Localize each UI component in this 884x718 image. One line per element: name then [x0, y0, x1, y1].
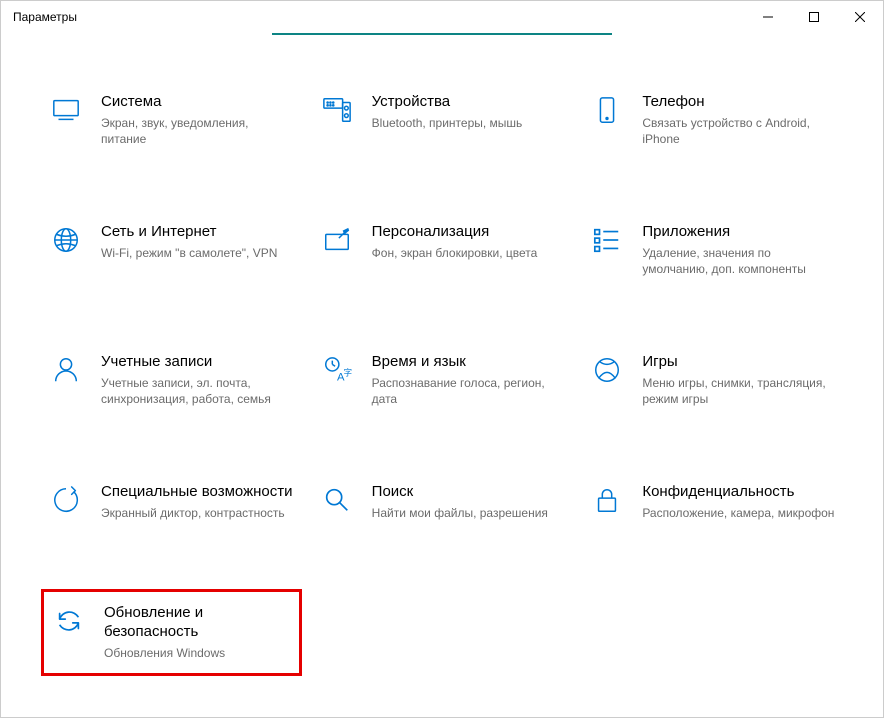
devices-icon	[320, 93, 354, 127]
tile-update-security[interactable]: Обновление и безопасность Обновления Win…	[41, 589, 302, 676]
settings-grid: Система Экран, звук, уведомления, питани…	[41, 85, 843, 676]
maximize-icon	[809, 12, 819, 22]
search-icon	[320, 483, 354, 517]
tile-desc: Распознавание голоса, регион, дата	[372, 375, 565, 407]
tile-personalization[interactable]: Персонализация Фон, экран блокировки, цв…	[312, 215, 573, 285]
tile-search[interactable]: Поиск Найти мои файлы, разрешения	[312, 475, 573, 529]
tile-desc: Wi-Fi, режим "в самолете", VPN	[101, 245, 294, 261]
tile-devices[interactable]: Устройства Bluetooth, принтеры, мышь	[312, 85, 573, 155]
tile-system[interactable]: Система Экран, звук, уведомления, питани…	[41, 85, 302, 155]
tile-title: Специальные возможности	[101, 483, 294, 502]
system-icon	[49, 93, 83, 127]
tile-title: Сеть и Интернет	[101, 223, 294, 242]
tile-title: Устройства	[372, 93, 565, 112]
tile-desc: Меню игры, снимки, трансляция, режим игр…	[642, 375, 835, 407]
tile-desc: Связать устройство с Android, iPhone	[642, 115, 835, 147]
tile-phone[interactable]: Телефон Связать устройство с Android, iP…	[582, 85, 843, 155]
xbox-icon	[590, 353, 624, 387]
tile-title: Поиск	[372, 483, 565, 502]
person-icon	[49, 353, 83, 387]
window-title: Параметры	[13, 10, 77, 24]
globe-icon	[49, 223, 83, 257]
tile-desc: Учетные записи, эл. почта, синхронизация…	[101, 375, 294, 407]
tile-desc: Обновления Windows	[104, 645, 291, 661]
time-language-icon: A 字	[320, 353, 354, 387]
tile-desc: Удаление, значения по умолчанию, доп. ко…	[642, 245, 835, 277]
tile-accounts[interactable]: Учетные записи Учетные записи, эл. почта…	[41, 345, 302, 415]
tile-title: Персонализация	[372, 223, 565, 242]
tile-ease-of-access[interactable]: Специальные возможности Экранный диктор,…	[41, 475, 302, 529]
svg-text:字: 字	[343, 368, 351, 378]
content: Система Экран, звук, уведомления, питани…	[1, 35, 883, 696]
maximize-button[interactable]	[791, 1, 837, 33]
tile-title: Приложения	[642, 223, 835, 242]
tile-title: Система	[101, 93, 294, 112]
tile-time-language[interactable]: A 字 Время и язык Распознавание голоса, р…	[312, 345, 573, 415]
lock-icon	[590, 483, 624, 517]
tile-title: Игры	[642, 353, 835, 372]
close-button[interactable]	[837, 1, 883, 33]
titlebar: Параметры	[1, 1, 883, 33]
tile-desc: Найти мои файлы, разрешения	[372, 505, 565, 521]
minimize-button[interactable]	[745, 1, 791, 33]
tile-gaming[interactable]: Игры Меню игры, снимки, трансляция, режи…	[582, 345, 843, 415]
close-icon	[855, 12, 865, 22]
tile-desc: Расположение, камера, микрофон	[642, 505, 835, 521]
tile-desc: Экран, звук, уведомления, питание	[101, 115, 294, 147]
tile-apps[interactable]: Приложения Удаление, значения по умолчан…	[582, 215, 843, 285]
tile-desc: Экранный диктор, контрастность	[101, 505, 294, 521]
tile-title: Учетные записи	[101, 353, 294, 372]
tile-title: Телефон	[642, 93, 835, 112]
tile-title: Обновление и безопасность	[104, 604, 291, 642]
apps-list-icon	[590, 223, 624, 257]
window-controls	[745, 1, 883, 33]
tile-privacy[interactable]: Конфиденциальность Расположение, камера,…	[582, 475, 843, 529]
sync-icon	[52, 604, 86, 638]
minimize-icon	[763, 12, 773, 22]
phone-icon	[590, 93, 624, 127]
accessibility-icon	[49, 483, 83, 517]
tile-title: Конфиденциальность	[642, 483, 835, 502]
tile-desc: Bluetooth, принтеры, мышь	[372, 115, 565, 131]
tile-title: Время и язык	[372, 353, 565, 372]
paintbrush-icon	[320, 223, 354, 257]
tile-network[interactable]: Сеть и Интернет Wi-Fi, режим "в самолете…	[41, 215, 302, 285]
tile-desc: Фон, экран блокировки, цвета	[372, 245, 565, 261]
